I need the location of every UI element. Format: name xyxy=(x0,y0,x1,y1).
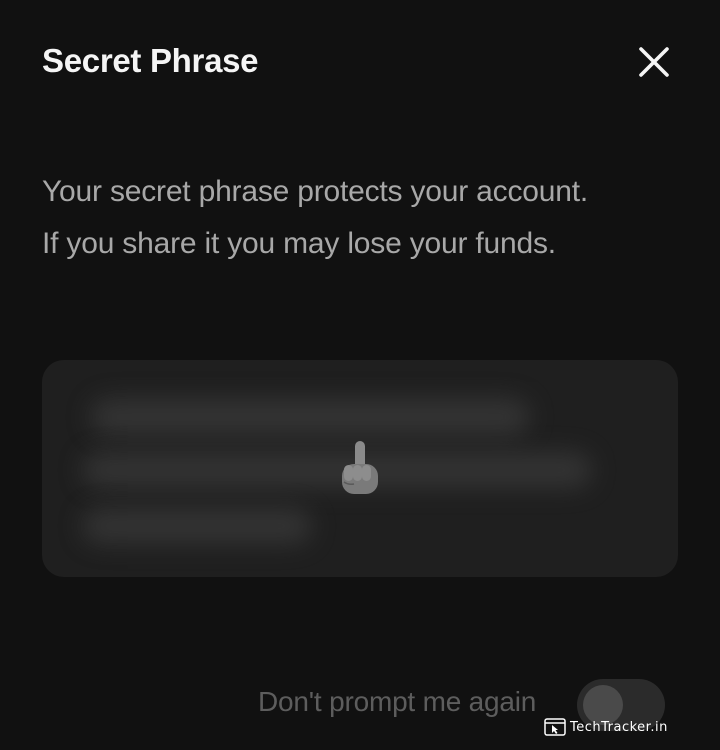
watermark-text: TechTracker.in xyxy=(570,719,668,735)
watermark: TechTracker.in xyxy=(544,716,668,738)
page-title: Secret Phrase xyxy=(42,42,259,79)
close-button[interactable] xyxy=(634,42,674,82)
pointing-finger-icon xyxy=(342,441,378,494)
warning-text: Your secret phrase protects your account… xyxy=(42,166,692,270)
browser-cursor-icon xyxy=(544,718,566,736)
secret-phrase-reveal-card[interactable] xyxy=(42,360,678,577)
blurred-phrase-row-1 xyxy=(90,398,530,436)
warning-line-1: Your secret phrase protects your account… xyxy=(42,175,588,208)
secret-phrase-screen: Secret Phrase Your secret phrase protect… xyxy=(0,0,720,750)
dont-prompt-label: Don't prompt me again xyxy=(258,686,537,717)
close-icon xyxy=(639,47,669,77)
blurred-phrase-row-3 xyxy=(82,508,312,544)
warning-line-2: If you share it you may lose your funds. xyxy=(42,227,556,260)
